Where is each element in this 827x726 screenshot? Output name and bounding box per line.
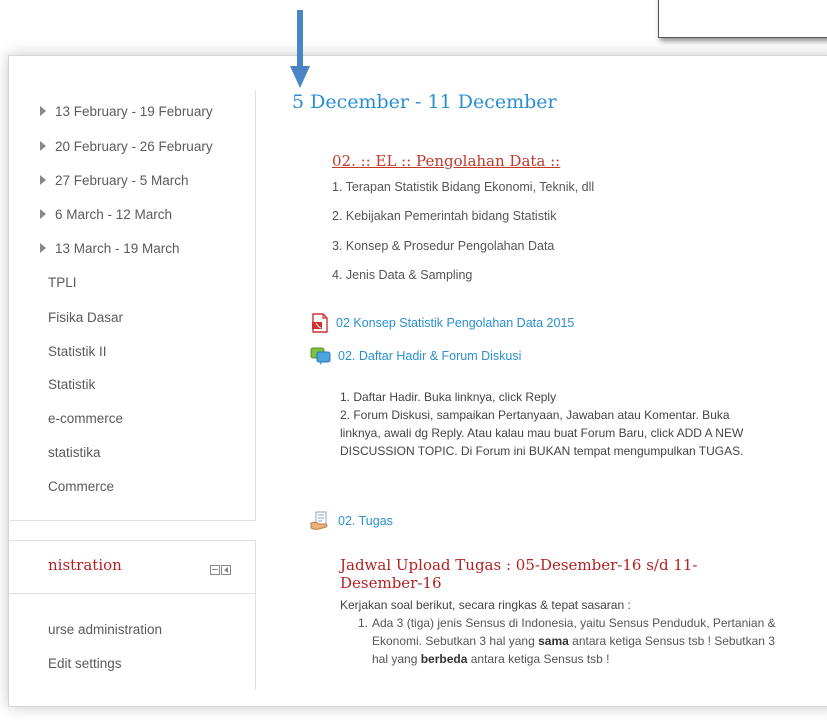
topic-list-item: 1. Terapan Statistik Bidang Ekonomi, Tek… [332, 180, 595, 194]
forum-desc-line: 2. Forum Diskusi, sampaikan Pertanyaan, … [340, 408, 744, 458]
topic-list-item: 4. Jenis Data & Sampling [332, 268, 473, 282]
assignment-resource-link[interactable]: 02. Tugas [310, 511, 393, 531]
pdf-icon [312, 313, 328, 333]
nav-course-item[interactable]: Statistik [48, 377, 95, 392]
collapsed-triangle-icon [40, 243, 46, 253]
pdf-resource-label: 02 Konsep Statistik Pengolahan Data 2015 [336, 316, 575, 330]
forum-resource-link[interactable]: 02. Daftar Hadir & Forum Diskusi [310, 346, 521, 366]
assignment-schedule-title: Jadwal Upload Tugas : 05-Desember-16 s/d… [340, 556, 698, 592]
question-bold-text: sama [538, 634, 569, 648]
nav-course-item[interactable]: Fisika Dasar [48, 310, 123, 325]
forum-resource-label: 02. Daftar Hadir & Forum Diskusi [338, 349, 522, 363]
nav-week-item[interactable]: 13 March - 19 March [40, 241, 180, 256]
topic-list-item: 3. Konsep & Prosedur Pengolahan Data [332, 239, 555, 253]
assignment-question-item: 1. Ada 3 (tiga) jenis Sensus di Indonesi… [358, 614, 778, 668]
collapsed-triangle-icon [40, 209, 46, 219]
block-controls [210, 562, 232, 580]
blue-arrow-icon [290, 10, 310, 88]
pdf-resource-link[interactable]: 02 Konsep Statistik Pengolahan Data 2015 [310, 313, 574, 333]
question-text: antara ketiga Sensus tsb ! [470, 652, 610, 666]
edit-settings-item[interactable]: Edit settings [48, 656, 122, 671]
question-bold-text: berbeda [420, 652, 468, 666]
dock-block-icon[interactable] [221, 565, 231, 575]
nav-course-item[interactable]: e-commerce [48, 411, 123, 426]
nav-week-item[interactable]: 27 February - 5 March [40, 173, 189, 188]
nav-course-item[interactable]: Statistik II [48, 344, 107, 359]
overlay-box [658, 0, 827, 38]
topic-title-link[interactable]: 02. :: EL :: Pengolahan Data :: [332, 152, 560, 170]
assignment-resource-label: 02. Tugas [338, 514, 393, 528]
administration-title: nistration [48, 556, 122, 574]
forum-desc-line: 1. Daftar Hadir. Buka linknya, click Rep… [340, 390, 557, 404]
forum-icon [310, 347, 331, 365]
nav-course-item[interactable]: TPLI [48, 275, 77, 290]
assignment-icon [310, 511, 328, 530]
nav-week-item[interactable]: 13 February - 19 February [40, 104, 213, 119]
navigation-block [10, 90, 256, 521]
nav-week-item[interactable]: 20 February - 26 February [40, 139, 213, 154]
question-number: 1. [358, 616, 369, 630]
section-title: 5 December - 11 December [292, 91, 557, 113]
nav-week-item[interactable]: 6 March - 12 March [40, 207, 172, 222]
collapsed-triangle-icon [40, 175, 46, 185]
topic-list-item: 2. Kebijakan Pemerintah bidang Statistik [332, 209, 557, 223]
nav-course-item[interactable]: statistika [48, 445, 101, 460]
collapsed-triangle-icon [40, 106, 46, 116]
collapse-block-icon[interactable] [210, 565, 220, 575]
collapsed-triangle-icon [40, 141, 46, 151]
forum-description: 1. Daftar Hadir. Buka linknya, click Rep… [340, 388, 772, 460]
nav-course-item[interactable]: Commerce [48, 479, 114, 494]
course-administration-item[interactable]: urse administration [48, 622, 162, 637]
assignment-instructions: Kerjakan soal berikut, secara ringkas & … [340, 598, 631, 612]
